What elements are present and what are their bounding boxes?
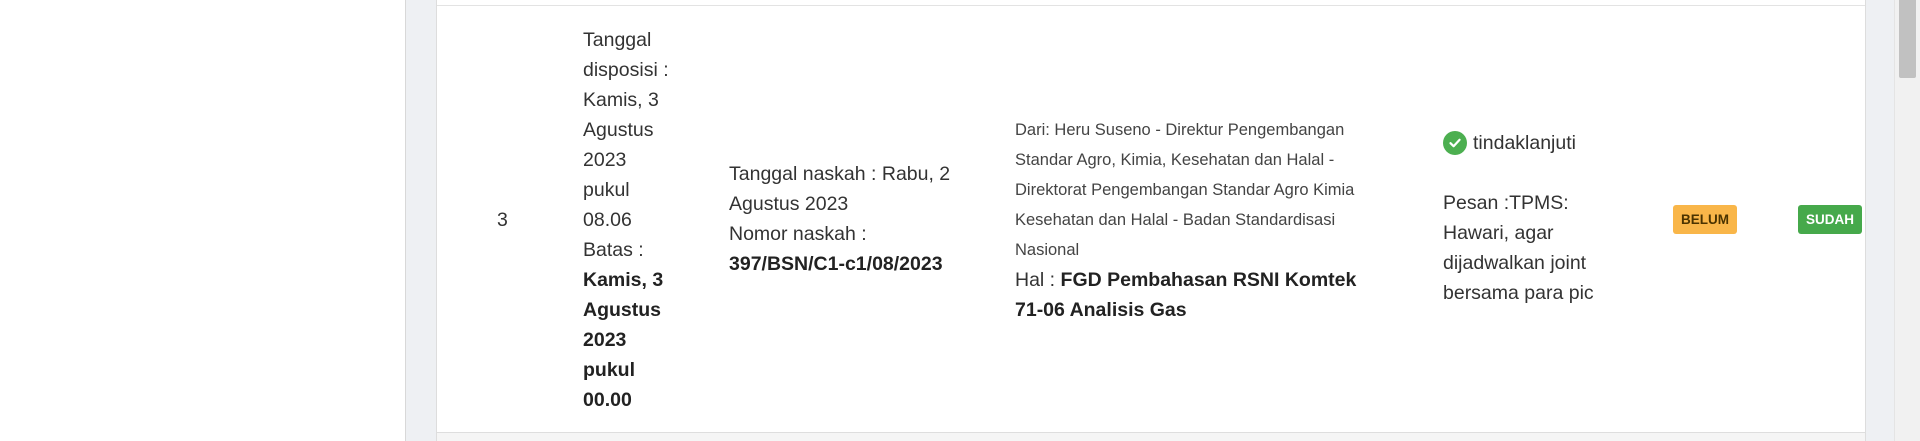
batas-value: Kamis, 3 Agustus 2023 pukul 00.00 — [583, 269, 664, 411]
dari-cell: Dari: Heru Suseno - Direktur Pengembanga… — [1015, 115, 1385, 325]
naskah-cell: Tanggal naskah : Rabu, 2 Agustus 2023 No… — [729, 159, 979, 279]
disposisi-table: 3 Tanggal disposisi : Kamis, 3 Agustus 2… — [436, 0, 1866, 441]
vertical-scrollbar[interactable] — [1894, 0, 1920, 441]
next-row — [437, 433, 1865, 441]
status-badge-belum[interactable]: BELUM — [1673, 205, 1737, 234]
row-divider — [437, 5, 1865, 6]
dari-text: Dari: Heru Suseno - Direktur Pengembanga… — [1015, 121, 1355, 259]
check-circle-icon — [1443, 131, 1467, 155]
main-content: 3 Tanggal disposisi : Kamis, 3 Agustus 2… — [406, 0, 1895, 441]
scrollbar-thumb[interactable] — [1899, 0, 1916, 78]
pesan-text: Pesan :TPMS: Hawari, agar dijadwalkan jo… — [1443, 192, 1594, 304]
status-badge-sudah[interactable]: SUDAH — [1798, 205, 1863, 234]
hal-value: FGD Pembahasan RSNI Komtek 71-06 Analisi… — [1015, 269, 1357, 321]
batas-label: Batas : — [583, 239, 644, 261]
tindaklanjuti-status: tindaklanjuti — [1443, 128, 1623, 158]
hal-label: Hal : — [1015, 269, 1056, 291]
tanggal-disposisi: Tanggal disposisi : Kamis, 3 Agustus 202… — [583, 29, 669, 231]
tindaklanjuti-label: tindaklanjuti — [1473, 132, 1576, 154]
nomor-naskah-value: 397/BSN/C1-c1/08/2023 — [729, 253, 943, 275]
disposisi-cell: Tanggal disposisi : Kamis, 3 Agustus 202… — [583, 25, 678, 415]
left-blank-panel — [0, 0, 406, 441]
nomor-naskah-label: Nomor naskah : — [729, 223, 867, 245]
row-number: 3 — [497, 209, 508, 231]
hal-line: Hal : FGD Pembahasan RSNI Komtek 71-06 A… — [1015, 265, 1385, 325]
tindak-lanjut-cell: tindaklanjuti Pesan :TPMS: Hawari, agar … — [1443, 128, 1623, 308]
tanggal-naskah: Tanggal naskah : Rabu, 2 Agustus 2023 — [729, 163, 951, 215]
